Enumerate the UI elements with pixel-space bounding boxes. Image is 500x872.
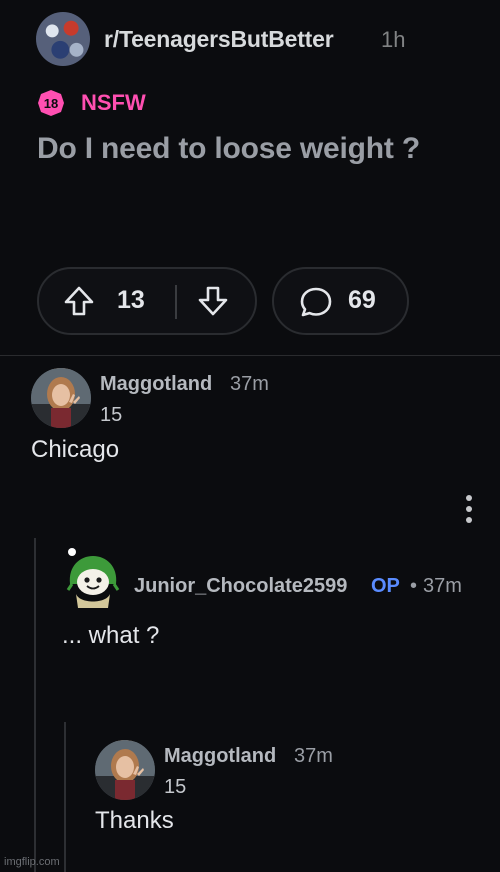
- commenter-avatar[interactable]: [31, 368, 91, 428]
- svg-text:18: 18: [44, 96, 58, 111]
- comment-body: Chicago: [31, 436, 120, 463]
- comment-time: 37m: [423, 575, 462, 597]
- op-badge: OP: [371, 575, 400, 597]
- comments-button[interactable]: [272, 267, 409, 335]
- thread-line[interactable]: [64, 722, 66, 872]
- comment-time: 37m: [294, 745, 333, 767]
- post-separator: [0, 355, 500, 356]
- commenter-avatar[interactable]: [95, 740, 155, 800]
- subreddit-name[interactable]: r/TeenagersButBetter: [104, 26, 334, 53]
- comment-username[interactable]: Maggotland: [164, 745, 276, 768]
- comment-body: Thanks: [95, 807, 174, 834]
- post-age: 1h: [381, 27, 406, 52]
- imgflip-watermark: imgflip.com: [4, 856, 60, 868]
- thread-line[interactable]: [34, 538, 36, 872]
- comment-count: 69: [348, 286, 376, 314]
- comment-username[interactable]: Junior_Chocolate2599: [134, 575, 347, 598]
- vote-divider: [175, 285, 177, 319]
- comment-time: 37m: [230, 373, 269, 395]
- vote-count: 13: [117, 286, 145, 314]
- op-avatar[interactable]: [62, 546, 124, 608]
- subreddit-avatar[interactable]: [36, 12, 90, 66]
- upvote-icon[interactable]: [62, 284, 96, 318]
- comment-username[interactable]: Maggotland: [100, 373, 212, 396]
- nsfw-18-icon: 18: [37, 89, 65, 117]
- downvote-icon[interactable]: [196, 284, 230, 318]
- comment-score: 15: [100, 404, 123, 426]
- bullet-separator: •: [410, 575, 418, 597]
- post-title[interactable]: Do I need to loose weight ?: [37, 132, 420, 166]
- more-options-icon[interactable]: [465, 495, 473, 523]
- comment-body: ... what ?: [62, 622, 160, 649]
- comment-bubble-icon: [298, 284, 334, 320]
- comment-score: 15: [164, 776, 187, 798]
- nsfw-label: NSFW: [81, 90, 146, 115]
